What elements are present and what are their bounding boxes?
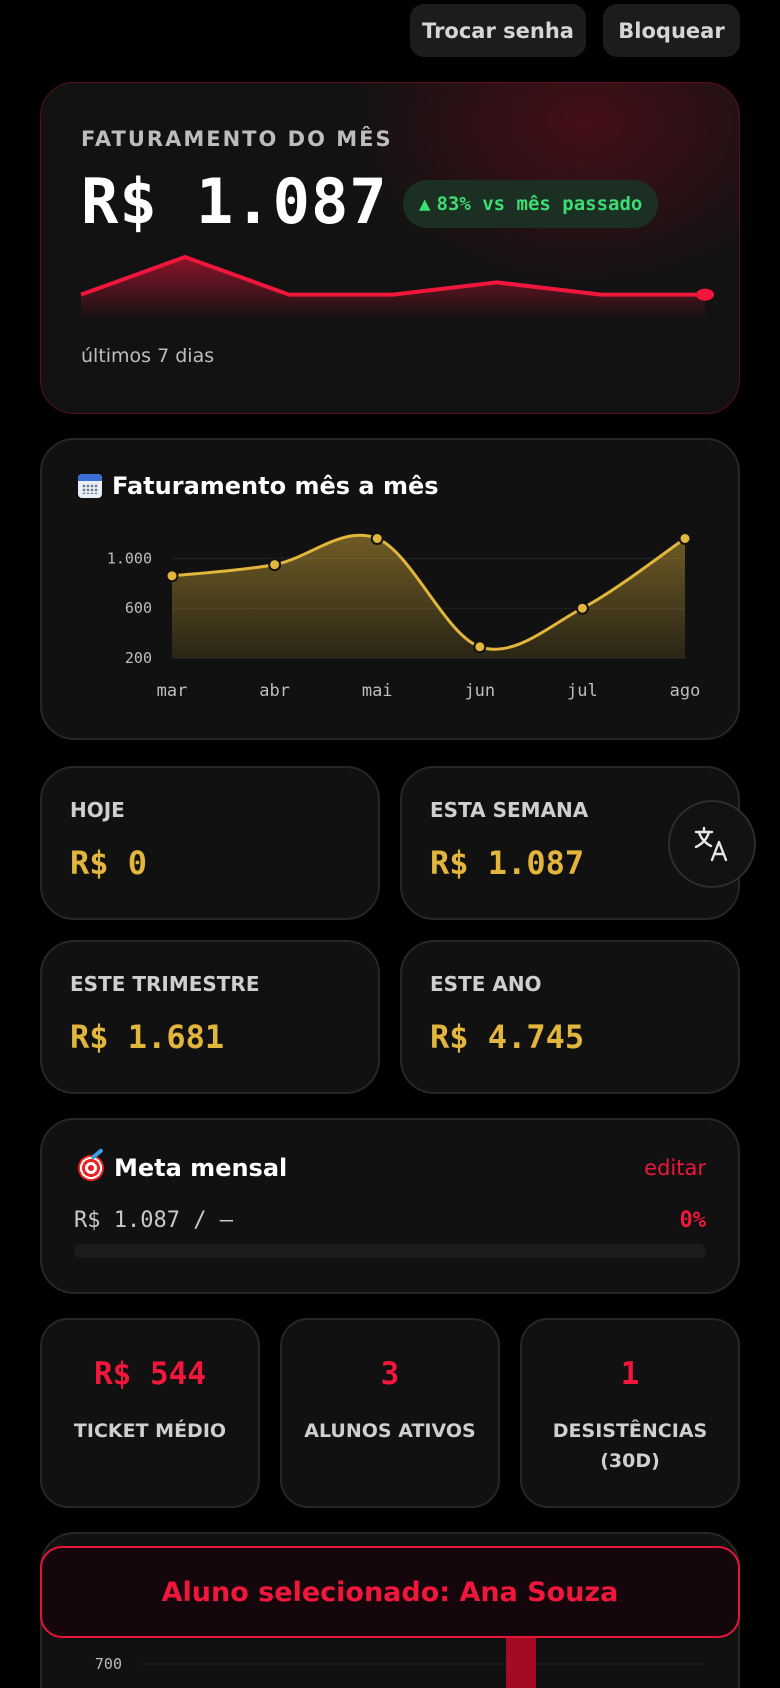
hero-value: R$ 1.087	[81, 165, 388, 238]
stat-label: ESTE ANO	[430, 972, 542, 996]
translate-button[interactable]	[668, 800, 756, 888]
goal-title: Meta mensal	[78, 1154, 287, 1182]
kpi-card-ticket: R$ 544 TICKET MÉDIO	[40, 1318, 260, 1508]
kpi-value: 1	[620, 1356, 640, 1392]
area-fill	[172, 535, 685, 658]
y-tick-label: 1.000	[107, 549, 152, 567]
sparkline-area	[81, 257, 705, 320]
monthly-chart-title-text: Faturamento mês a mês	[112, 472, 439, 500]
stat-value: R$ 4.745	[430, 1018, 585, 1056]
kpi-card-dropouts: 1 DESISTÊNCIAS (30D)	[520, 1318, 740, 1508]
growth-badge-text: 83% vs mês passado	[436, 193, 643, 215]
up-arrow-icon: ▲	[419, 193, 431, 215]
x-tick-label: abr	[259, 681, 290, 701]
stat-value: R$ 0	[70, 844, 148, 882]
growth-badge: ▲ 83% vs mês passado	[403, 180, 659, 228]
kpi-label: DESISTÊNCIAS (30D)	[552, 1420, 708, 1472]
monthly-chart-card: Faturamento mês a mês 1.000 600 200 mar abr m…	[40, 438, 740, 740]
stat-label: ESTE TRIMESTRE	[70, 972, 260, 996]
edit-goal-link[interactable]: editar	[644, 1156, 706, 1180]
x-tick-label: mai	[362, 681, 393, 701]
x-tick-label: ago	[670, 681, 701, 701]
hero-label: FATURAMENTO DO MÊS	[81, 127, 393, 151]
monthly-area-chart: 1.000 600 200 mar abr mai jun jul ago	[107, 531, 701, 701]
kpi-value: R$ 544	[94, 1356, 206, 1392]
translate-icon	[694, 826, 728, 862]
change-password-button[interactable]: Trocar senha	[410, 4, 586, 57]
stat-card-year: ESTE ANO R$ 4.745	[400, 940, 740, 1094]
goal-title-text: Meta mensal	[114, 1154, 288, 1182]
sparkline-caption: últimos 7 dias	[81, 345, 215, 367]
goal-progress-bar	[74, 1244, 706, 1258]
block-button[interactable]: Bloquear	[603, 4, 740, 57]
y-tick-label: 700	[95, 1655, 122, 1673]
stat-label: ESTA SEMANA	[430, 798, 589, 822]
data-point	[268, 558, 282, 572]
x-tick-label: jun	[464, 681, 495, 701]
monthly-chart-title: Faturamento mês a mês	[78, 472, 439, 500]
target-icon	[78, 1155, 104, 1181]
data-point	[473, 640, 487, 654]
kpi-label: ALUNOS ATIVOS	[304, 1420, 476, 1442]
stat-card-today: HOJE R$ 0	[40, 766, 380, 920]
stat-value: R$ 1.087	[430, 844, 585, 882]
data-point	[575, 601, 589, 615]
x-tick-label: jul	[567, 681, 598, 701]
monthly-revenue-card: FATURAMENTO DO MÊS R$ 1.087 ▲ 83% vs mês…	[40, 82, 740, 414]
y-tick-label: 200	[125, 649, 152, 667]
data-point	[678, 531, 692, 545]
stat-card-quarter: ESTE TRIMESTRE R$ 1.681	[40, 940, 380, 1094]
data-point	[165, 569, 179, 583]
kpi-label: TICKET MÉDIO	[73, 1420, 227, 1442]
kpi-value: 3	[380, 1356, 400, 1392]
selected-student-toast: Aluno selecionado: Ana Souza	[40, 1546, 740, 1638]
monthly-goal-card: Meta mensal editar R$ 1.087 / — 0%	[40, 1118, 740, 1294]
data-point	[370, 531, 384, 545]
kpi-card-active-students: 3 ALUNOS ATIVOS	[280, 1318, 500, 1508]
x-tick-label: mar	[157, 681, 188, 701]
y-tick-label: 600	[125, 599, 152, 617]
sparkline-chart	[80, 255, 714, 320]
goal-amount: R$ 1.087 / —	[74, 1208, 233, 1233]
stat-value: R$ 1.681	[70, 1018, 225, 1056]
goal-percent: 0%	[679, 1208, 707, 1233]
sparkline-end-point	[696, 288, 714, 301]
stat-label: HOJE	[70, 798, 125, 822]
calendar-icon	[78, 474, 102, 498]
